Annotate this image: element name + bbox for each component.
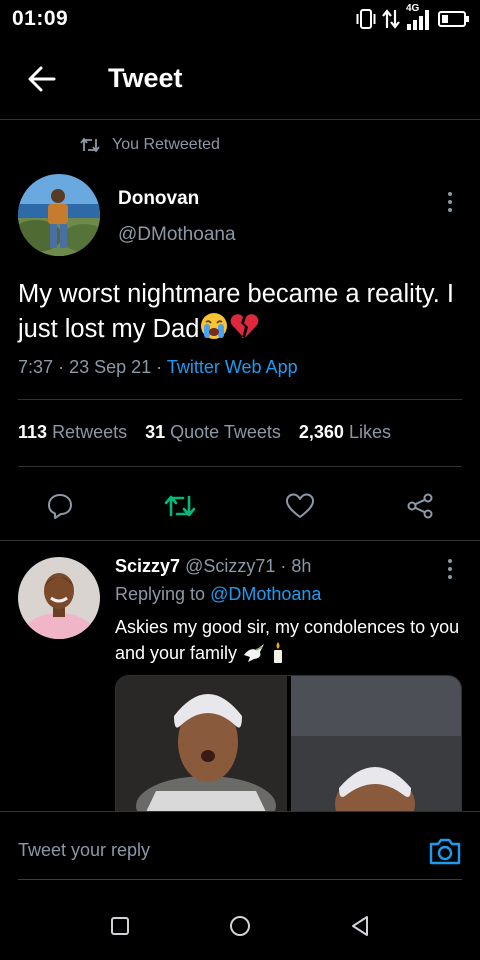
- reply-text: Askies my good sir, my condolences to yo…: [115, 614, 465, 666]
- quote-tweets-stat[interactable]: 31 Quote Tweets: [145, 422, 281, 443]
- tweet-author: Donovan @DMothoana: [18, 174, 462, 258]
- recents-button[interactable]: [105, 911, 135, 941]
- reply-author-name[interactable]: Scizzy7: [115, 556, 180, 576]
- reply-input[interactable]: Tweet your reply: [18, 840, 150, 861]
- reply-author-handle[interactable]: @Scizzy71: [185, 556, 275, 576]
- camera-icon[interactable]: [428, 834, 462, 868]
- meta-separator: ·: [280, 556, 287, 576]
- back-nav-button[interactable]: [345, 911, 375, 941]
- candle-emoji: [274, 642, 283, 663]
- retweet-context-label: You Retweeted: [112, 136, 220, 153]
- back-button[interactable]: [12, 49, 72, 109]
- reply-age: 8h: [291, 556, 312, 576]
- arrow-left-icon: [28, 66, 56, 91]
- system-nav-bar: [0, 891, 480, 960]
- more-options-icon[interactable]: [444, 190, 456, 214]
- tweet-source-link[interactable]: Twitter Web App: [167, 357, 298, 377]
- like-button[interactable]: [282, 488, 318, 524]
- retweets-count: 113: [18, 422, 48, 442]
- reply-icon: [48, 494, 72, 519]
- status-icons: 4G: [356, 3, 470, 31]
- broken-heart-emoji: [231, 314, 259, 338]
- vibrate-icon: [356, 9, 376, 29]
- tweet-text: My worst nightmare became a reality. I j…: [18, 278, 462, 346]
- meta-separator: ·: [156, 357, 163, 377]
- share-button[interactable]: [402, 488, 438, 524]
- retweets-label: Retweets: [52, 422, 128, 442]
- likes-stat[interactable]: 2,360 Likes: [299, 422, 391, 443]
- tweet-meta: 7:37 · 23 Sep 21 · Twitter Web App: [18, 357, 298, 378]
- retweets-stat[interactable]: 113 Retweets: [18, 422, 127, 443]
- replying-to-mention[interactable]: @DMothoana: [210, 584, 321, 604]
- retweet-context: You Retweeted: [80, 136, 220, 154]
- replying-to: Replying to @DMothoana: [115, 584, 321, 605]
- likes-count: 2,360: [298, 422, 344, 442]
- likes-label: Likes: [348, 422, 391, 442]
- reply-text-body: Askies my good sir, my condolences to yo…: [115, 617, 460, 663]
- tweet-actions: [0, 470, 480, 540]
- page-title: Tweet: [108, 63, 183, 93]
- author-name[interactable]: Donovan: [118, 188, 199, 210]
- meta-separator: ·: [58, 357, 65, 377]
- retweet-button[interactable]: [162, 488, 198, 524]
- media-image[interactable]: [290, 676, 461, 811]
- avatar[interactable]: [18, 174, 100, 256]
- divider: [18, 399, 462, 400]
- loudly-crying-face-emoji: [201, 313, 228, 339]
- back-triangle-icon: [352, 916, 368, 936]
- home-circle-icon: [230, 916, 250, 936]
- dove-emoji: [244, 644, 265, 662]
- app-bar: Tweet: [0, 38, 480, 120]
- tweet-time: 7:37: [18, 357, 54, 377]
- status-bar: 01:09 4G: [0, 0, 480, 38]
- recents-square-icon: [111, 917, 129, 935]
- share-icon: [407, 493, 433, 519]
- reply-button[interactable]: [42, 488, 78, 524]
- home-button[interactable]: [225, 911, 255, 941]
- reply-tweet[interactable]: Scizzy7 @Scizzy71 · 8h Replying to @DMot…: [0, 541, 480, 811]
- like-icon: [286, 493, 314, 518]
- more-options-icon[interactable]: [444, 557, 456, 581]
- quotes-count: 31: [145, 422, 166, 442]
- reply-header: Scizzy7 @Scizzy71 · 8h: [115, 556, 311, 577]
- divider: [18, 466, 462, 467]
- retweet-icon: [164, 495, 196, 517]
- reply-media[interactable]: [115, 675, 462, 811]
- reply-composer: Tweet your reply: [0, 811, 480, 891]
- data-arrows-icon: [382, 9, 400, 29]
- signal-icon: 4G: [406, 3, 432, 31]
- composer-underline: [18, 879, 462, 880]
- author-handle[interactable]: @DMothoana: [118, 224, 236, 246]
- tweet-date: 23 Sep 21: [69, 357, 152, 377]
- status-time: 01:09: [12, 7, 69, 30]
- replying-to-label: Replying to: [115, 584, 206, 604]
- quotes-label: Quote Tweets: [170, 422, 281, 442]
- tweet-stats: 113 Retweets 31 Quote Tweets 2,360 Likes: [18, 422, 391, 443]
- media-image[interactable]: [116, 676, 287, 811]
- retweet-icon: [80, 137, 100, 153]
- avatar[interactable]: [18, 557, 100, 639]
- battery-icon: [438, 11, 469, 27]
